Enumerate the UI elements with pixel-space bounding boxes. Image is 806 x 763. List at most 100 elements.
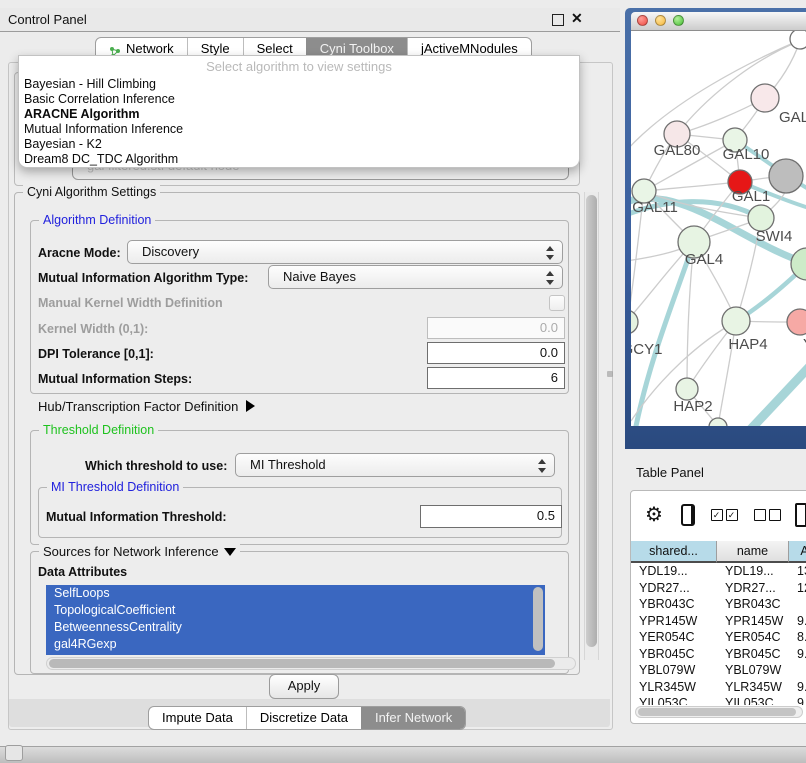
scrollbar-thumb[interactable] (638, 708, 796, 716)
network-node[interactable] (631, 310, 638, 334)
close-traffic-light[interactable] (637, 15, 648, 26)
gear-icon[interactable]: ⚙ (645, 505, 663, 525)
settings-horizontal-scrollbar[interactable] (46, 657, 576, 670)
network-node[interactable] (722, 307, 750, 335)
network-node-label: GAL (779, 109, 806, 126)
table-row[interactable]: YDR27...YDR27...12 (631, 580, 806, 597)
control-panel-title: Control Panel (8, 12, 87, 27)
float-panel-icon[interactable] (552, 14, 564, 26)
deselect-all-columns-icon[interactable] (754, 509, 781, 521)
sources-group-title[interactable]: Sources for Network Inference (39, 544, 240, 559)
column-header-shared-name[interactable]: shared... (631, 541, 717, 563)
table-cell: YPR145W (717, 613, 789, 630)
table-cell: 9 (789, 695, 806, 705)
select-all-columns-icon[interactable]: ✓✓ (711, 509, 738, 521)
data-attributes-list[interactable]: SelfLoopsTopologicalCoefficientBetweenne… (46, 585, 545, 655)
algorithm-option[interactable]: ARACNE Algorithm (19, 107, 579, 122)
stepper-icon (545, 245, 554, 261)
table-cell: YBL079W (717, 662, 789, 679)
export-table-icon[interactable] (795, 503, 806, 527)
table-cell (789, 596, 806, 613)
minimize-traffic-light[interactable] (655, 15, 666, 26)
table-cell: YER054C (631, 629, 717, 646)
table-cell: YLR345W (631, 679, 717, 696)
table-body: YDL19...YDL19...13YDR27...YDR27...12YBR0… (631, 563, 806, 705)
aracne-mode-combobox[interactable]: Discovery (127, 240, 563, 264)
network-canvas[interactable]: GALGAL80GAL10GAL1GAL11SWI4GAL4GCY1HAP4YH… (631, 31, 806, 426)
attributes-list-scrollbar[interactable] (533, 587, 543, 651)
network-node[interactable] (790, 31, 806, 49)
algorithm-option[interactable]: Bayesian - Hill Climbing (19, 77, 579, 92)
apply-button[interactable]: Apply (269, 674, 339, 699)
scrollbar-thumb[interactable] (586, 195, 597, 647)
kernel-width-input[interactable]: 0.0 (427, 317, 565, 339)
tab-infer-network[interactable]: Infer Network (361, 707, 465, 729)
attribute-list-item[interactable]: BetweennessCentrality (46, 619, 545, 636)
network-node[interactable] (769, 159, 803, 193)
column-header-partial[interactable]: A (789, 541, 806, 563)
network-node-label: GAL10 (723, 146, 770, 163)
mi-steps-label: Mutual Information Steps: (38, 372, 192, 386)
algorithm-option[interactable]: Mutual Information Inference (19, 122, 579, 137)
table-row[interactable]: YBL079WYBL079W (631, 662, 806, 679)
algorithm-option[interactable]: Basic Correlation Inference (19, 92, 579, 107)
table-header-row: shared... name A (631, 541, 806, 563)
mi-steps-input[interactable]: 6 (427, 367, 565, 389)
table-cell: YDL19... (717, 563, 789, 580)
table-cell: YDR27... (717, 580, 789, 597)
network-node-label: HAP4 (728, 336, 767, 353)
table-row[interactable]: YBR045CYBR045C9. (631, 646, 806, 663)
dpi-tolerance-label: DPI Tolerance [0,1]: (38, 347, 154, 361)
tab-discretize-data[interactable]: Discretize Data (246, 707, 361, 729)
network-window-titlebar[interactable] (631, 12, 806, 31)
network-node-labels: GALGAL80GAL10GAL1GAL11SWI4GAL4GCY1HAP4YH… (631, 109, 806, 415)
tab-impute-data[interactable]: Impute Data (149, 707, 246, 729)
network-node[interactable] (676, 378, 698, 400)
network-node-label: HAP2 (673, 398, 712, 415)
mi-algorithm-type-combobox[interactable]: Naive Bayes (268, 265, 563, 289)
hub-tf-definition-toggle[interactable]: Hub/Transcription Factor Definition (38, 399, 255, 414)
attribute-list-item[interactable]: SelfLoops (46, 585, 545, 602)
scrollbar-thumb[interactable] (49, 659, 555, 668)
dpi-tolerance-input[interactable]: 0.0 (427, 342, 565, 364)
table-cell: 8. (789, 629, 806, 646)
manual-kernel-checkbox[interactable] (549, 295, 565, 311)
algorithm-option[interactable]: Dream8 DC_TDC Algorithm (19, 152, 579, 167)
mi-algorithm-type-label: Mutual Information Algorithm Type: (38, 271, 248, 285)
table-cell: YDL19... (631, 563, 717, 580)
network-node-label: GAL1 (732, 188, 770, 205)
table-row[interactable]: YIL053CYIL053C9 (631, 695, 806, 705)
zoom-traffic-light[interactable] (673, 15, 684, 26)
network-node[interactable] (787, 309, 806, 335)
panel-collapse-button[interactable] (5, 745, 23, 761)
table-row[interactable]: YPR145WYPR145W9. (631, 613, 806, 630)
settings-group-title: Cyni Algorithm Settings (23, 185, 160, 199)
panel-divider-handle[interactable] (607, 371, 613, 377)
mi-threshold-input[interactable]: 0.5 (420, 505, 562, 528)
control-panel-header: Control Panel ✕ (0, 8, 620, 32)
attribute-list-item[interactable]: TopologicalCoefficient (46, 602, 545, 619)
settings-vertical-scrollbar[interactable] (584, 192, 599, 660)
stepper-icon (545, 270, 554, 286)
manual-kernel-label: Manual Kernel Width Definition (38, 296, 223, 310)
column-header-name[interactable]: name (717, 541, 789, 563)
algorithm-option[interactable]: Bayesian - K2 (19, 137, 579, 152)
table-cell: 12 (789, 580, 806, 597)
network-node-label: GAL4 (685, 251, 723, 268)
which-threshold-combobox[interactable]: MI Threshold (235, 453, 555, 477)
table-horizontal-scrollbar[interactable] (635, 706, 803, 718)
table-row[interactable]: YDL19...YDL19...13 (631, 563, 806, 580)
table-row[interactable]: YBR043CYBR043C (631, 596, 806, 613)
table-cell: YIL053C (631, 695, 717, 705)
status-bar (0, 746, 806, 763)
network-node-label: GAL80 (654, 142, 701, 159)
table-row[interactable]: YER054CYER054C8. (631, 629, 806, 646)
close-icon[interactable]: ✕ (571, 10, 583, 27)
split-columns-icon[interactable] (681, 504, 695, 526)
network-node[interactable] (751, 84, 779, 112)
table-toolbar: ⚙ ✓✓ (631, 491, 806, 539)
table-row[interactable]: YLR345WYLR345W9. (631, 679, 806, 696)
attribute-list-item[interactable]: gal4RGexp (46, 636, 545, 653)
table-cell: YIL053C (717, 695, 789, 705)
network-node-label: SWI4 (756, 228, 793, 245)
